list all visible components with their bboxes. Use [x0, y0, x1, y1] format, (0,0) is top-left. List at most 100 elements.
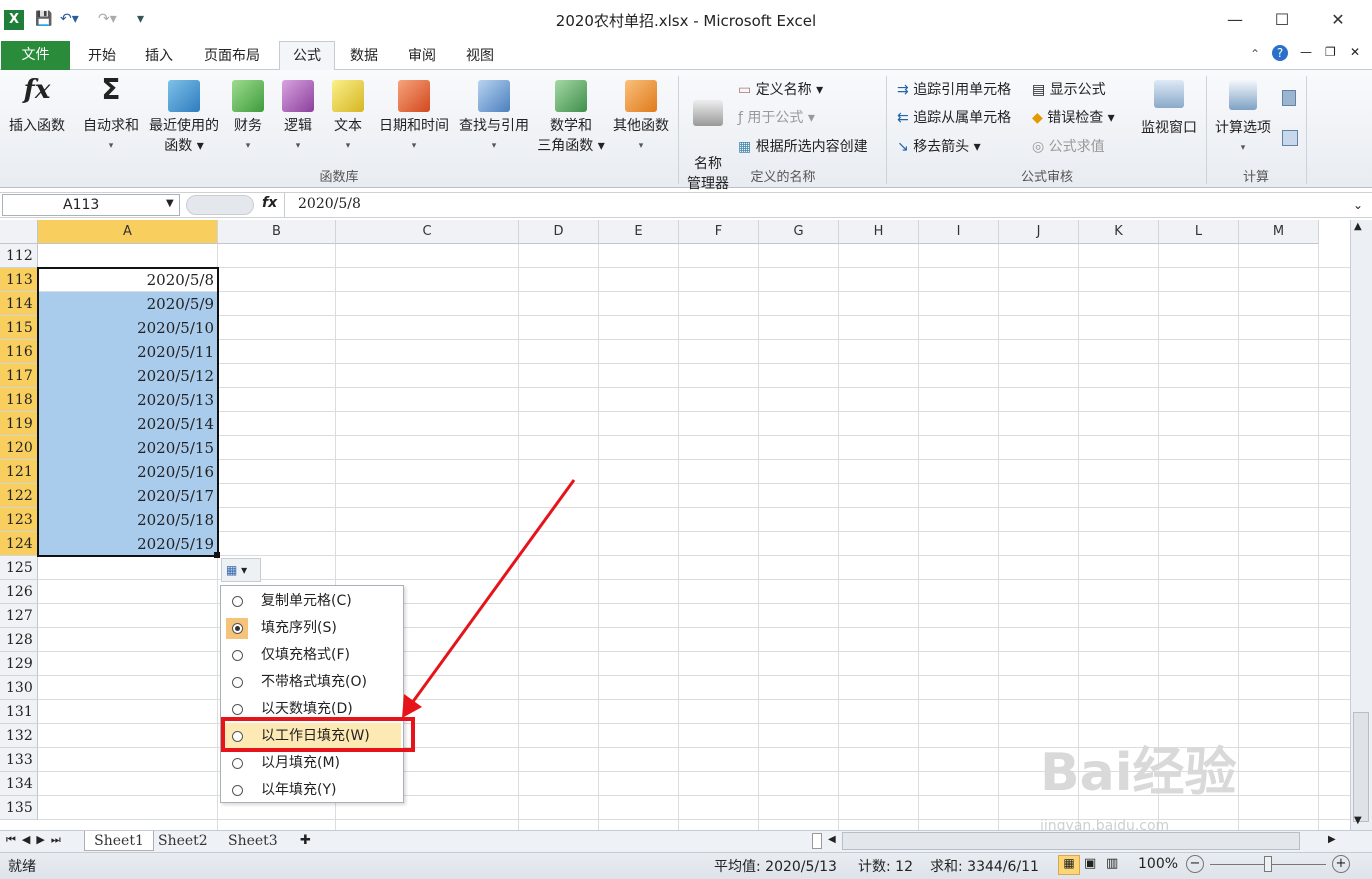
minimize-button[interactable]: —	[1212, 6, 1258, 34]
row-header[interactable]: 132	[0, 724, 38, 748]
expand-formula-bar-icon[interactable]: ⌄	[1353, 198, 1363, 212]
menu-item-fill-without-formatting[interactable]: 不带格式填充(O)	[221, 669, 403, 696]
calculate-now-icon[interactable]	[1282, 90, 1296, 106]
formula-bar-expander[interactable]	[186, 195, 254, 215]
show-formulas-button[interactable]: ▤ 显示公式	[1032, 80, 1106, 100]
zoom-level[interactable]: 100%	[1138, 856, 1178, 872]
row-header[interactable]: 125	[0, 556, 38, 580]
help-icon[interactable]: ?	[1272, 45, 1288, 61]
scroll-left-icon[interactable]: ◀	[828, 834, 836, 845]
tab-formulas[interactable]: 公式	[279, 41, 335, 71]
close-button[interactable]: ✕	[1315, 6, 1361, 34]
math-trig-button[interactable]: 数学和 三角函数 ▾	[534, 80, 608, 156]
row-header[interactable]: 133	[0, 748, 38, 772]
wb-close-icon[interactable]: ✕	[1350, 45, 1360, 59]
row-header[interactable]: 113	[0, 268, 38, 292]
scroll-down-icon[interactable]: ▼	[1354, 815, 1362, 826]
column-header-m[interactable]: M	[1239, 220, 1319, 244]
scrollbar-thumb[interactable]	[1353, 712, 1369, 822]
tab-view[interactable]: 视图	[456, 44, 504, 70]
menu-item-fill-series[interactable]: 填充序列(S)	[221, 615, 403, 642]
row-header[interactable]: 112	[0, 244, 38, 268]
column-header-k[interactable]: K	[1079, 220, 1159, 244]
insert-sheet-icon[interactable]: ✚	[300, 833, 311, 848]
tab-data[interactable]: 数据	[340, 44, 388, 70]
collapse-ribbon-icon[interactable]: ⌃	[1250, 47, 1260, 61]
sheet-tab-2[interactable]: Sheet2	[158, 831, 208, 851]
row-header[interactable]: 135	[0, 796, 38, 820]
select-all-corner[interactable]	[0, 220, 38, 244]
name-box[interactable]: A113	[2, 194, 180, 216]
row-header[interactable]: 126	[0, 580, 38, 604]
row-header[interactable]: 115	[0, 316, 38, 340]
row-header[interactable]: 130	[0, 676, 38, 700]
formula-input[interactable]: 2020/5/8	[298, 196, 361, 212]
zoom-in-icon[interactable]: +	[1332, 855, 1350, 873]
row-header[interactable]: 119	[0, 412, 38, 436]
autofill-options-button[interactable]: ▦ ▾	[221, 558, 261, 582]
column-header-f[interactable]: F	[679, 220, 759, 244]
sheet-tab-1[interactable]: Sheet1	[84, 831, 154, 851]
row-header[interactable]: 124	[0, 532, 38, 556]
wb-restore-icon[interactable]: ❐	[1325, 45, 1336, 59]
page-break-view-icon[interactable]: ▥	[1106, 856, 1118, 871]
text-button[interactable]: 文本 ▾	[328, 80, 368, 156]
logical-button[interactable]: 逻辑 ▾	[278, 80, 318, 156]
zoom-out-icon[interactable]: −	[1186, 855, 1204, 873]
row-header[interactable]: 114	[0, 292, 38, 316]
row-header[interactable]: 134	[0, 772, 38, 796]
scroll-up-icon[interactable]: ▲	[1354, 221, 1362, 232]
sheet-nav-arrows-icon[interactable]: ⏮◀▶⏭	[6, 833, 67, 847]
row-header[interactable]: 122	[0, 484, 38, 508]
row-header[interactable]: 118	[0, 388, 38, 412]
row-header[interactable]: 127	[0, 604, 38, 628]
column-header-b[interactable]: B	[218, 220, 336, 244]
name-box-dropdown-icon[interactable]: ▼	[166, 198, 174, 209]
horizontal-scrollbar-thumb[interactable]	[842, 832, 1300, 850]
sheet-tab-3[interactable]: Sheet3	[228, 831, 278, 851]
financial-button[interactable]: 财务 ▾	[228, 80, 268, 156]
page-layout-view-icon[interactable]: ▣	[1084, 856, 1096, 871]
column-header-i[interactable]: I	[919, 220, 999, 244]
column-header-l[interactable]: L	[1159, 220, 1239, 244]
column-header-a[interactable]: A	[38, 220, 218, 244]
column-header-h[interactable]: H	[839, 220, 919, 244]
recently-used-button[interactable]: 最近使用的 函数 ▾	[146, 80, 222, 156]
menu-item-copy-cells[interactable]: 复制单元格(C)	[221, 588, 403, 615]
column-header-c[interactable]: C	[336, 220, 519, 244]
normal-view-icon[interactable]: ▦	[1058, 855, 1080, 875]
tab-page-layout[interactable]: 页面布局	[194, 44, 270, 70]
scroll-right-icon[interactable]: ▶	[1328, 834, 1336, 845]
menu-item-fill-years[interactable]: 以年填充(Y)	[221, 777, 403, 804]
calculation-options-button[interactable]: 计算选项 ▾	[1210, 80, 1276, 158]
calculate-sheet-icon[interactable]	[1282, 130, 1298, 146]
create-from-selection-button[interactable]: ▦ 根据所选内容创建	[738, 137, 868, 157]
fill-handle[interactable]	[214, 552, 220, 558]
row-header[interactable]: 120	[0, 436, 38, 460]
tab-file[interactable]: 文件	[1, 41, 70, 71]
tab-review[interactable]: 审阅	[398, 44, 446, 70]
column-header-g[interactable]: G	[759, 220, 839, 244]
wb-minimize-icon[interactable]: —	[1300, 45, 1312, 59]
row-header[interactable]: 117	[0, 364, 38, 388]
row-header[interactable]: 131	[0, 700, 38, 724]
row-header[interactable]: 129	[0, 652, 38, 676]
column-header-j[interactable]: J	[999, 220, 1079, 244]
insert-function-fx-icon[interactable]: fx	[262, 195, 277, 211]
row-header[interactable]: 128	[0, 628, 38, 652]
trace-precedents-button[interactable]: ⇉ 追踪引用单元格	[897, 80, 1011, 100]
row-header[interactable]: 121	[0, 460, 38, 484]
maximize-button[interactable]: ☐	[1259, 6, 1305, 34]
menu-item-fill-formatting-only[interactable]: 仅填充格式(F)	[221, 642, 403, 669]
column-header-e[interactable]: E	[599, 220, 679, 244]
trace-dependents-button[interactable]: ⇇ 追踪从属单元格	[897, 108, 1011, 128]
tab-insert[interactable]: 插入	[135, 44, 183, 70]
remove-arrows-button[interactable]: ↘ 移去箭头 ▾	[897, 137, 981, 157]
menu-item-fill-months[interactable]: 以月填充(M)	[221, 750, 403, 777]
more-functions-button[interactable]: 其他函数 ▾	[608, 80, 674, 156]
insert-function-button[interactable]: fx 插入函数	[4, 77, 70, 136]
column-header-d[interactable]: D	[519, 220, 599, 244]
tab-home[interactable]: 开始	[78, 44, 126, 70]
define-name-button[interactable]: ▭ 定义名称 ▾	[738, 80, 823, 100]
lookup-reference-button[interactable]: 查找与引用 ▾	[456, 80, 532, 156]
